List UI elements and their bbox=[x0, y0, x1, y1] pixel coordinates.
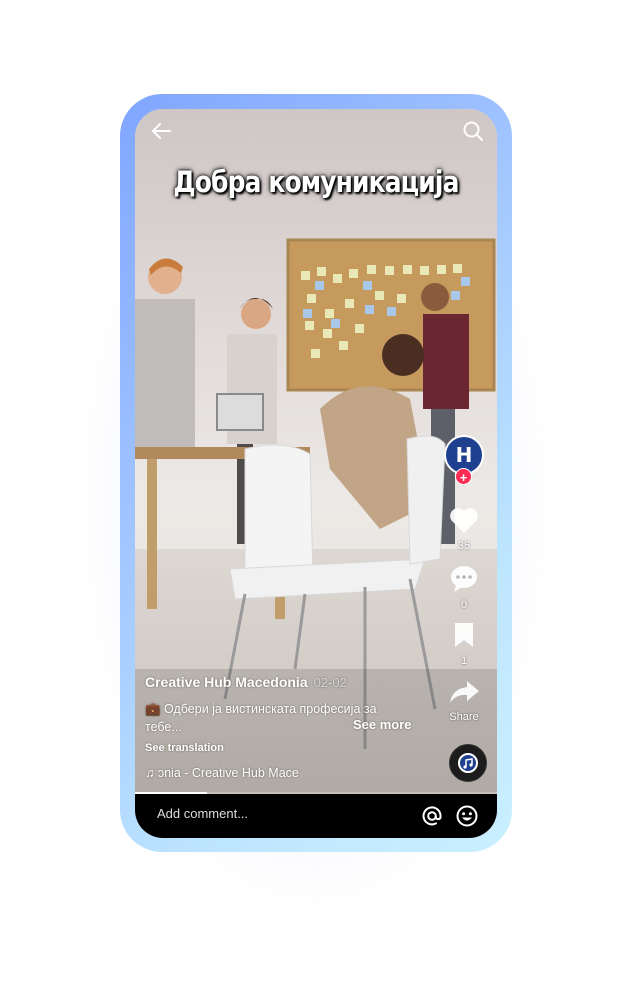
avatar-initials: H bbox=[455, 443, 473, 467]
author-username[interactable]: Creative Hub Macedonia bbox=[145, 674, 308, 690]
music-label-row[interactable]: ♫ ɔnia - Creative Hub Mace bbox=[145, 766, 299, 780]
comment-bubble-icon bbox=[451, 566, 477, 592]
post-date: 02-02 bbox=[313, 675, 347, 690]
share-arrow-icon bbox=[450, 681, 479, 703]
video-caption: Creative Hub Macedonia 02-02 💼 Одбери ја … bbox=[145, 674, 415, 734]
like-button[interactable]: 35 bbox=[439, 507, 489, 552]
music-disc-avatar bbox=[458, 753, 478, 773]
see-more-link[interactable]: See more bbox=[353, 717, 412, 732]
follow-plus-icon[interactable]: + bbox=[455, 468, 472, 485]
music-label: ♫ ɔnia - Creative Hub Mace bbox=[145, 766, 299, 780]
comment-count: 0 bbox=[460, 599, 468, 611]
video-text-overlay: Добра комуникација bbox=[173, 165, 459, 199]
search-icon[interactable] bbox=[459, 117, 487, 145]
see-translation-link[interactable]: See translation bbox=[145, 742, 224, 754]
back-arrow-icon[interactable] bbox=[147, 117, 175, 145]
music-disc[interactable] bbox=[449, 744, 487, 782]
author-line: Creative Hub Macedonia 02-02 bbox=[145, 674, 415, 692]
heart-icon bbox=[450, 508, 478, 533]
save-button[interactable]: 1 bbox=[439, 621, 489, 667]
comment-input[interactable]: Add comment... bbox=[157, 806, 248, 821]
at-sign-icon[interactable] bbox=[420, 804, 444, 828]
save-count: 1 bbox=[460, 655, 468, 667]
music-note-icon bbox=[463, 758, 473, 769]
share-button[interactable]: Share bbox=[439, 679, 489, 723]
like-count: 35 bbox=[457, 540, 471, 552]
share-label: Share bbox=[449, 711, 479, 723]
phone-screen: Добра комуникација H + 35 0 1 Share Crea… bbox=[135, 109, 497, 838]
comment-button[interactable]: 0 bbox=[439, 565, 489, 611]
smiley-icon[interactable] bbox=[455, 804, 479, 828]
bookmark-icon bbox=[455, 623, 473, 647]
comment-bar: Add comment... bbox=[135, 794, 497, 838]
